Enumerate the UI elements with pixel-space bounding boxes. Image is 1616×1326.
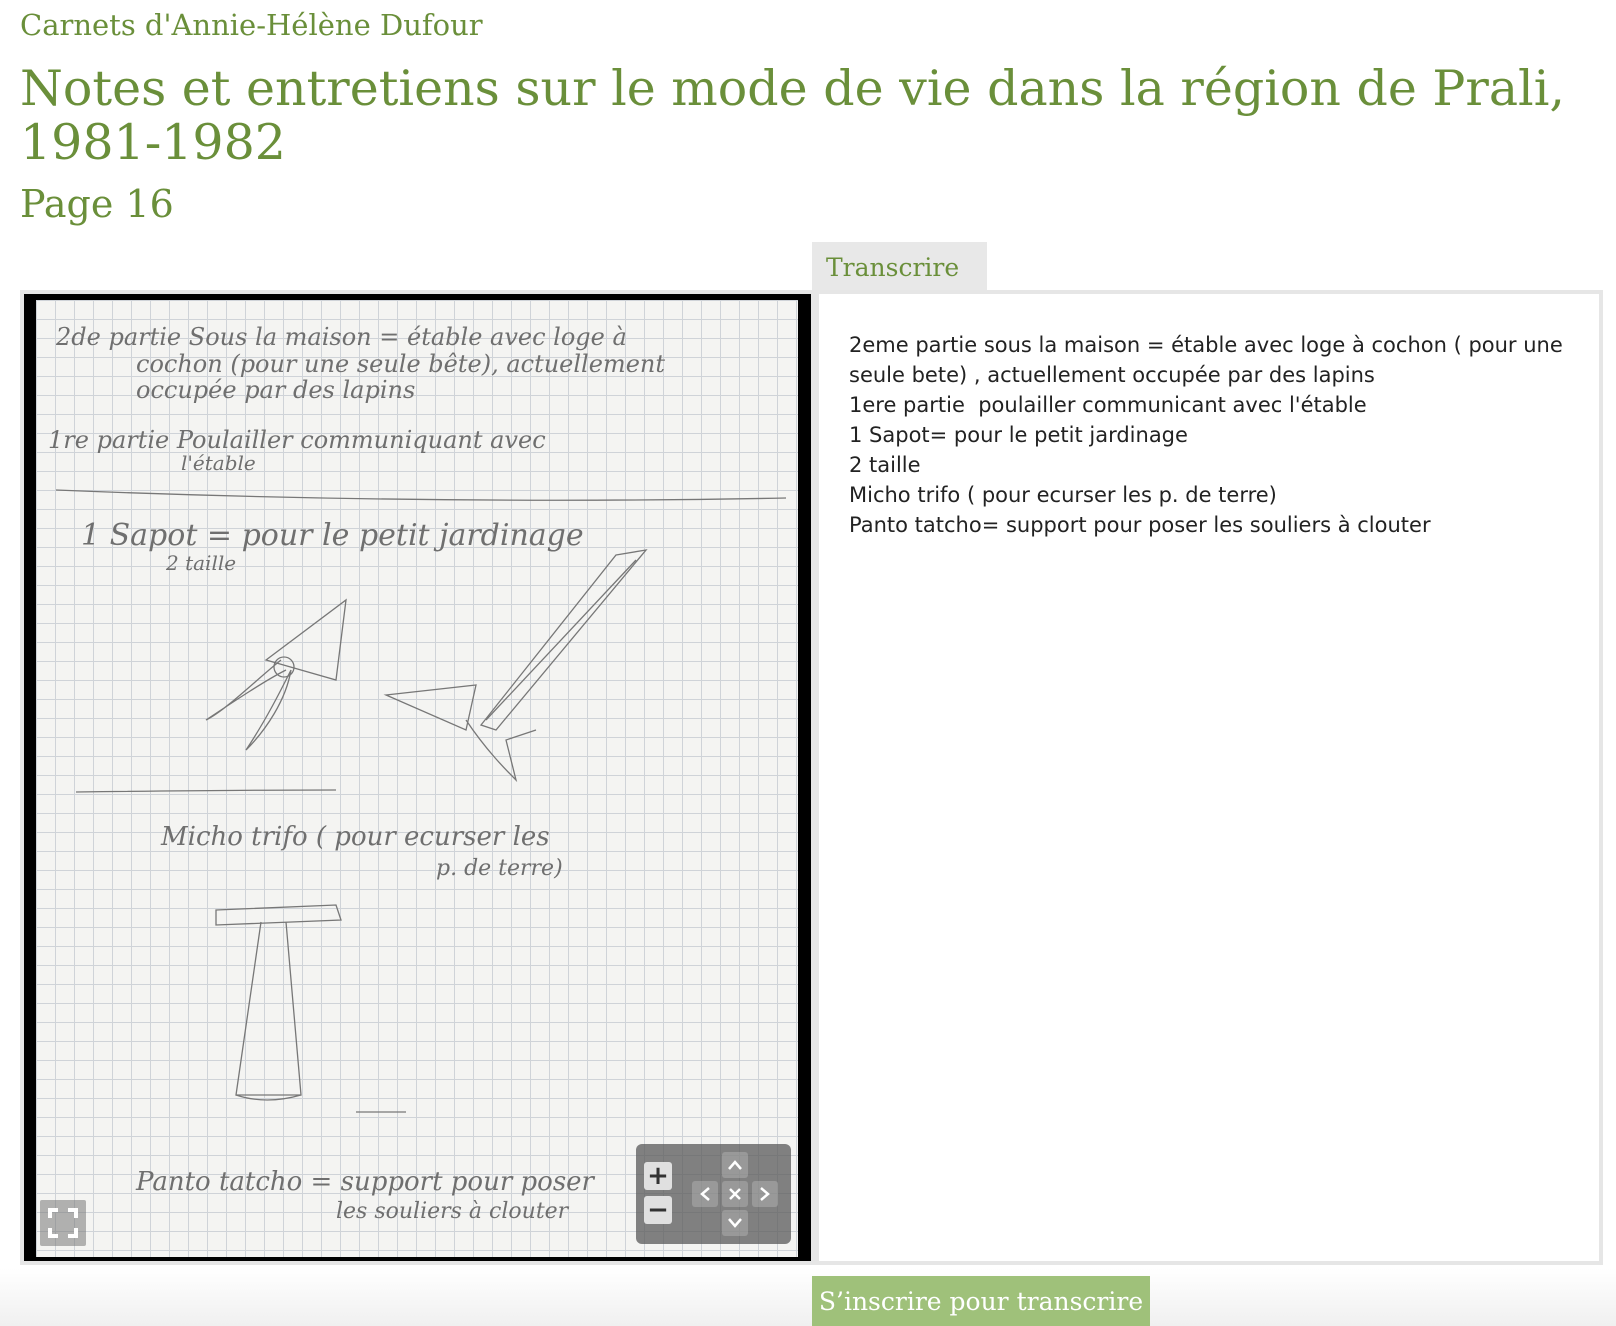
pan-left-button[interactable] [692, 1181, 718, 1207]
zoom-out-button[interactable]: − [644, 1195, 672, 1225]
page-number: Page 16 [20, 182, 174, 226]
handwriting-line-1: 2de partie Sous la maison = étable avec … [55, 323, 627, 351]
handwriting-line-8: Micho trifo ( pour ecurser les [160, 822, 550, 852]
transcription-line: Micho trifo ( pour ecurser les p. de ter… [849, 483, 1277, 507]
transcription-line: 2eme partie sous la maison = étable avec… [849, 333, 1570, 387]
signup-to-transcribe-button[interactable]: S’inscrire pour transcrire [812, 1276, 1150, 1326]
fullscreen-icon[interactable] [40, 1200, 86, 1246]
collection-title[interactable]: Carnets d'Annie-Hélène Dufour [20, 8, 483, 42]
handwriting-line-6: 1 Sapot = pour le petit jardinage [81, 518, 584, 553]
viewer-navigation-panel: + − [636, 1144, 791, 1244]
pan-right-button[interactable] [752, 1181, 778, 1207]
handwriting-line-5: l'étable [181, 451, 256, 475]
handwriting-line-2: cochon (pour une seule bête), actuelleme… [136, 350, 665, 378]
transcription-line: 2 taille [849, 453, 921, 477]
transcription-line: Panto tatcho= support pour poser les sou… [849, 513, 1431, 537]
handwriting-line-9: p. de terre) [436, 856, 563, 881]
handwriting-line-10: Panto tatcho = support pour poser [135, 1167, 596, 1197]
zoom-in-button[interactable]: + [644, 1161, 672, 1191]
transcription-line: 1ere partie poulailler communicant avec … [849, 393, 1367, 417]
notebook-page-image: 2de partie Sous la maison = étable avec … [36, 300, 798, 1257]
reset-view-button[interactable] [722, 1181, 748, 1207]
transcription-line: 1 Sapot= pour le petit jardinage [849, 423, 1188, 447]
transcription-text: 2eme partie sous la maison = étable avec… [819, 294, 1599, 1261]
handwriting-line-4: 1re partie Poulailler communiquant avec [48, 426, 546, 454]
transcription-panel: 2eme partie sous la maison = étable avec… [815, 290, 1603, 1265]
handwritten-sketch: 2de partie Sous la maison = étable avec … [48, 323, 787, 1224]
document-title: Notes et entretiens sur le mode de vie d… [20, 60, 1565, 171]
pan-down-button[interactable] [722, 1210, 748, 1236]
pan-up-button[interactable] [722, 1152, 748, 1178]
image-viewer[interactable]: 2de partie Sous la maison = étable avec … [24, 294, 811, 1261]
handwriting-line-7: 2 taille [165, 551, 236, 575]
handwriting-line-3: occupée par des lapins [136, 376, 415, 404]
image-viewer-frame: 2de partie Sous la maison = étable avec … [20, 290, 815, 1265]
handwriting-line-11: les souliers à clouter [336, 1199, 570, 1224]
footer-bar [0, 1268, 1616, 1326]
tab-transcribe[interactable]: Transcrire [812, 242, 987, 292]
